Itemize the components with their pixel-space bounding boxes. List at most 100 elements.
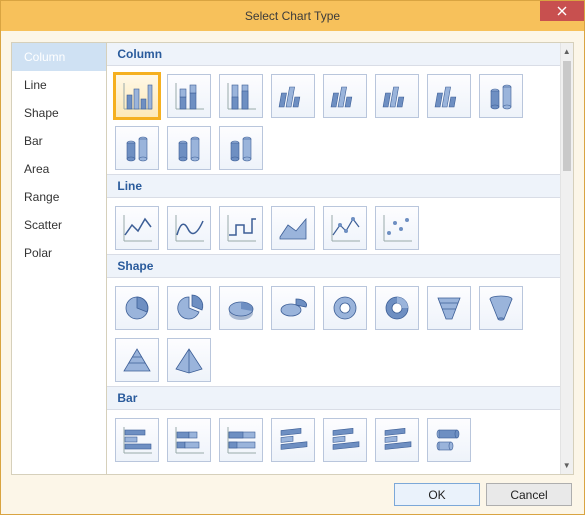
chart-type-column-100stacked-3d[interactable] [375, 74, 419, 118]
chart-gallery: Column Line Shape Bar [107, 43, 559, 474]
pie-3d-exploded-icon [276, 291, 310, 325]
gallery-scrollbar[interactable]: ▲ ▼ [560, 43, 573, 474]
group-header-column: Column [107, 43, 559, 66]
sidebar-item-shape[interactable]: Shape [12, 99, 106, 127]
chart-type-pie-3d[interactable] [219, 286, 263, 330]
chart-type-pie-2d[interactable] [115, 286, 159, 330]
chart-type-line-area3d[interactable] [271, 206, 315, 250]
chart-type-bar-stacked-2d[interactable] [167, 418, 211, 462]
group-line-thumbs [107, 198, 559, 254]
chart-type-funnel[interactable] [427, 286, 471, 330]
sidebar-item-column[interactable]: Column [12, 43, 106, 71]
line-step-icon [224, 211, 258, 245]
doughnut-icon [328, 291, 362, 325]
chart-type-cylinder-100stacked[interactable] [167, 126, 211, 170]
pyramid-2d-icon [120, 343, 154, 377]
chart-type-cylinder-clustered[interactable] [479, 74, 523, 118]
sidebar-item-polar[interactable]: Polar [12, 239, 106, 267]
bar-stacked-3d-icon [328, 423, 362, 457]
chart-type-pie-3d-exploded[interactable] [271, 286, 315, 330]
chart-type-column-stacked-3d[interactable] [323, 74, 367, 118]
chart-type-doughnut[interactable] [323, 286, 367, 330]
bar-stacked-2d-icon [172, 423, 206, 457]
column-stacked-3d-icon [328, 79, 362, 113]
pie-exploded-icon [172, 291, 206, 325]
chart-type-pyramid-2d[interactable] [115, 338, 159, 382]
ok-button[interactable]: OK [394, 483, 480, 506]
chart-type-column-clustered-3d[interactable] [271, 74, 315, 118]
chart-type-line-basic[interactable] [115, 206, 159, 250]
bar-cylinder-icon [432, 423, 466, 457]
bar-clustered-3d-icon [276, 423, 310, 457]
dialog-buttons: OK Cancel [11, 475, 574, 508]
chart-type-line-markers[interactable] [323, 206, 367, 250]
group-column-thumbs [107, 66, 559, 174]
cylinder-3d-icon [224, 131, 258, 165]
chart-type-bar-100stacked-3d[interactable] [375, 418, 419, 462]
funnel-icon [432, 291, 466, 325]
sidebar-item-area[interactable]: Area [12, 155, 106, 183]
chart-type-bar-cylinder[interactable] [427, 418, 471, 462]
scroll-up-arrow[interactable]: ▲ [561, 43, 573, 60]
chart-type-line-step[interactable] [219, 206, 263, 250]
cylinder-stacked-icon [120, 131, 154, 165]
column-100stacked-2d-icon [224, 79, 258, 113]
line-scatter-icon [380, 211, 414, 245]
chart-type-line-smooth[interactable] [167, 206, 211, 250]
doughnut-exploded-icon [380, 291, 414, 325]
chart-type-pyramid-3d[interactable] [167, 338, 211, 382]
group-bar-thumbs [107, 410, 559, 466]
chart-type-bar-clustered-3d[interactable] [271, 418, 315, 462]
column-clustered-2d-icon [120, 79, 154, 113]
dialog-body: ColumnLineShapeBarAreaRangeScatterPolar … [1, 31, 584, 514]
column-stacked-2d-icon [172, 79, 206, 113]
chart-type-column-clustered-2d[interactable] [115, 74, 159, 118]
line-markers-icon [328, 211, 362, 245]
pyramid-3d-icon [172, 343, 206, 377]
content-row: ColumnLineShapeBarAreaRangeScatterPolar … [11, 42, 574, 475]
chart-type-column-stacked-2d[interactable] [167, 74, 211, 118]
close-button[interactable] [540, 1, 584, 21]
chart-type-column-100stacked-2d[interactable] [219, 74, 263, 118]
bar-100stacked-2d-icon [224, 423, 258, 457]
group-shape-thumbs [107, 278, 559, 386]
sidebar-item-range[interactable]: Range [12, 183, 106, 211]
cylinder-clustered-icon [484, 79, 518, 113]
title-bar: Select Chart Type [1, 1, 584, 31]
chart-type-bar-stacked-3d[interactable] [323, 418, 367, 462]
group-header-shape: Shape [107, 254, 559, 278]
group-header-line: Line [107, 174, 559, 198]
cylinder-100stacked-icon [172, 131, 206, 165]
chart-type-pie-exploded[interactable] [167, 286, 211, 330]
column-100stacked-3d-icon [380, 79, 414, 113]
sidebar-item-line[interactable]: Line [12, 71, 106, 99]
chart-type-cylinder-3d[interactable] [219, 126, 263, 170]
gallery-wrap: Column Line Shape Bar ▲ ▼ [106, 42, 574, 475]
dialog-title: Select Chart Type [245, 9, 340, 23]
chart-type-funnel-3d[interactable] [479, 286, 523, 330]
chart-type-bar-100stacked-2d[interactable] [219, 418, 263, 462]
column-3d-icon [432, 79, 466, 113]
sidebar-item-scatter[interactable]: Scatter [12, 211, 106, 239]
chart-type-column-3d[interactable] [427, 74, 471, 118]
category-sidebar: ColumnLineShapeBarAreaRangeScatterPolar [11, 42, 106, 475]
column-clustered-3d-icon [276, 79, 310, 113]
dialog-window: Select Chart Type ColumnLineShapeBarArea… [0, 0, 585, 515]
line-smooth-icon [172, 211, 206, 245]
close-icon [557, 6, 567, 16]
line-area3d-icon [276, 211, 310, 245]
bar-clustered-2d-icon [120, 423, 154, 457]
pie-2d-icon [120, 291, 154, 325]
chart-type-bar-clustered-2d[interactable] [115, 418, 159, 462]
scroll-down-arrow[interactable]: ▼ [561, 457, 573, 474]
cancel-button[interactable]: Cancel [486, 483, 572, 506]
sidebar-item-bar[interactable]: Bar [12, 127, 106, 155]
line-basic-icon [120, 211, 154, 245]
chart-type-cylinder-stacked[interactable] [115, 126, 159, 170]
scroll-thumb[interactable] [563, 61, 571, 171]
chart-type-doughnut-exploded[interactable] [375, 286, 419, 330]
pie-3d-icon [224, 291, 258, 325]
bar-100stacked-3d-icon [380, 423, 414, 457]
chart-type-line-scatter[interactable] [375, 206, 419, 250]
group-header-bar: Bar [107, 386, 559, 410]
